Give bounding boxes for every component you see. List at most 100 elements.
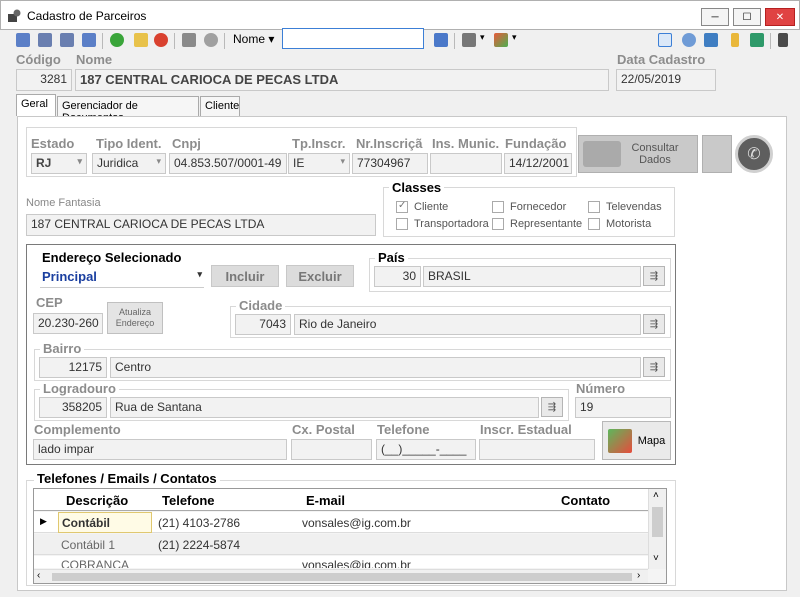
pais-field[interactable]: BRASIL	[423, 266, 641, 287]
maximize-button[interactable]: ☐	[733, 8, 761, 26]
col-descricao[interactable]: Descrição	[66, 493, 128, 508]
chart-dropdown-icon[interactable]: ▾	[512, 32, 517, 43]
tab-geral[interactable]: Geral	[16, 94, 56, 116]
table-row[interactable]	[34, 534, 648, 555]
binoculars-icon[interactable]	[434, 33, 448, 47]
tp-inscr-select[interactable]: IE ▾	[288, 153, 350, 174]
form-view-icon[interactable]	[658, 33, 672, 47]
row-selector-icon: ▶	[40, 516, 47, 526]
logradouro-label: Logradouro	[40, 381, 119, 396]
undo-icon[interactable]	[204, 33, 218, 47]
table-row[interactable]: COBRANCA vonsales@ig.com.br	[34, 556, 648, 568]
estado-select[interactable]: RJ ▾	[31, 153, 87, 174]
gear-icon[interactable]	[682, 33, 696, 47]
scroll-up-icon[interactable]: ˄	[653, 490, 659, 501]
endereco-select[interactable]: Principal ▾	[40, 266, 204, 288]
logradouro-code-field[interactable]: 358205	[39, 397, 107, 418]
close-button[interactable]: ✕	[765, 8, 795, 26]
logradouro-field[interactable]: Rua de Santana	[110, 397, 539, 418]
ins-munic-field[interactable]	[430, 153, 502, 174]
scroll-left-icon[interactable]: ‹	[37, 570, 40, 581]
pais-lookup-icon[interactable]: ⇶	[643, 266, 665, 286]
col-telefone[interactable]: Telefone	[162, 493, 215, 508]
vertical-scrollbar[interactable]: ˄ ˅	[648, 489, 666, 569]
cell-email[interactable]: vonsales@ig.com.br	[302, 558, 411, 568]
h-scrollbar-thumb[interactable]	[52, 573, 632, 581]
cell-telefone[interactable]: (21) 2224-5874	[158, 538, 240, 552]
scroll-right-icon[interactable]: ›	[637, 570, 640, 581]
toolbar-separator	[102, 33, 103, 49]
cidade-field[interactable]: Rio de Janeiro	[294, 314, 641, 335]
phone-call-icon[interactable]: ✆	[735, 135, 773, 173]
toolbar-separator	[454, 33, 455, 49]
nome-fantasia-field[interactable]: 187 CENTRAL CARIOCA DE PECAS LTDA	[26, 214, 376, 236]
calendar-icon[interactable]	[704, 33, 718, 47]
tipo-ident-select[interactable]: Juridica ▾	[92, 153, 166, 174]
previous-record-icon[interactable]	[38, 33, 52, 47]
inscr-estadual-field[interactable]	[479, 439, 595, 460]
cell-descricao[interactable]: Contábil	[58, 512, 152, 533]
motorista-checkbox[interactable]	[588, 218, 600, 230]
numero-field[interactable]: 19	[575, 397, 671, 418]
tab-gerenciador-documentos[interactable]: Gerenciador de Documentos	[57, 96, 199, 124]
mapa-button[interactable]: Mapa	[602, 421, 671, 460]
menu-icon[interactable]	[778, 33, 788, 47]
window-title: Cadastro de Parceiros	[27, 9, 147, 23]
cidade-code-field[interactable]: 7043	[235, 314, 291, 335]
telefone-field[interactable]: (__)_____-____	[376, 439, 476, 460]
bairro-lookup-icon[interactable]: ⇶	[643, 357, 665, 377]
cx-postal-field[interactable]	[291, 439, 372, 460]
consultar-dados-button[interactable]: Consultar Dados	[578, 135, 698, 173]
fundacao-field[interactable]: 14/12/2001	[504, 153, 572, 174]
complemento-field[interactable]: lado impar	[33, 439, 287, 460]
cell-email[interactable]: vonsales@ig.com.br	[302, 516, 411, 530]
horizontal-scrollbar[interactable]: ‹ ›	[34, 569, 648, 583]
app-icon	[7, 9, 21, 23]
toolbar-separator	[174, 33, 175, 49]
phone-book-icon[interactable]	[702, 135, 732, 173]
search-input[interactable]	[282, 28, 424, 49]
search-field-dropdown[interactable]: Nome ▾	[233, 32, 274, 46]
codigo-field[interactable]: 3281	[16, 69, 72, 91]
cliente-checkbox[interactable]	[396, 200, 408, 213]
chart-icon[interactable]	[494, 33, 508, 47]
cep-field[interactable]: 20.230-260	[33, 313, 103, 334]
note-icon[interactable]	[731, 33, 739, 47]
nr-inscricao-field[interactable]: 77304967	[352, 153, 428, 174]
cliente-checkbox-label: Cliente	[414, 201, 449, 213]
cell-descricao[interactable]: Contábil 1	[61, 538, 115, 552]
cell-telefone[interactable]: (21) 4103-2786	[158, 516, 240, 530]
transportadora-checkbox[interactable]	[396, 218, 408, 230]
bairro-code-field[interactable]: 12175	[39, 357, 107, 378]
first-record-icon[interactable]	[16, 33, 30, 47]
last-record-icon[interactable]	[82, 33, 96, 47]
logradouro-lookup-icon[interactable]: ⇶	[541, 397, 563, 417]
edit-icon[interactable]	[134, 33, 148, 47]
col-email[interactable]: E-mail	[306, 493, 345, 508]
next-record-icon[interactable]	[60, 33, 74, 47]
bairro-field[interactable]: Centro	[110, 357, 641, 378]
atualiza-endereco-button[interactable]: Atualiza Endereço	[107, 302, 163, 334]
televendas-checkbox[interactable]	[588, 201, 600, 213]
incluir-button[interactable]: Incluir	[211, 265, 279, 287]
minimize-button[interactable]: ─	[701, 8, 729, 26]
nome-field[interactable]: 187 CENTRAL CARIOCA DE PECAS LTDA	[75, 69, 609, 91]
delete-icon[interactable]	[154, 33, 168, 47]
data-cadastro-field[interactable]: 22/05/2019	[616, 69, 716, 91]
fornecedor-checkbox[interactable]	[492, 201, 504, 213]
excluir-button[interactable]: Excluir	[286, 265, 354, 287]
cell-descricao[interactable]: COBRANCA	[61, 558, 129, 568]
print-dropdown-icon[interactable]: ▾	[480, 32, 485, 43]
cnpj-field[interactable]: 04.853.507/0001-49	[169, 153, 287, 174]
save-icon[interactable]	[182, 33, 196, 47]
cidade-lookup-icon[interactable]: ⇶	[643, 314, 665, 334]
representante-checkbox[interactable]	[492, 218, 504, 230]
scroll-down-icon[interactable]: ˅	[653, 553, 659, 564]
scrollbar-thumb[interactable]	[652, 507, 663, 537]
tab-cliente[interactable]: Cliente	[200, 96, 240, 116]
person-icon[interactable]	[750, 33, 764, 47]
pais-code-field[interactable]: 30	[374, 266, 421, 287]
print-icon[interactable]	[462, 33, 476, 47]
col-contato[interactable]: Contato	[561, 493, 610, 508]
add-icon[interactable]	[110, 33, 124, 47]
